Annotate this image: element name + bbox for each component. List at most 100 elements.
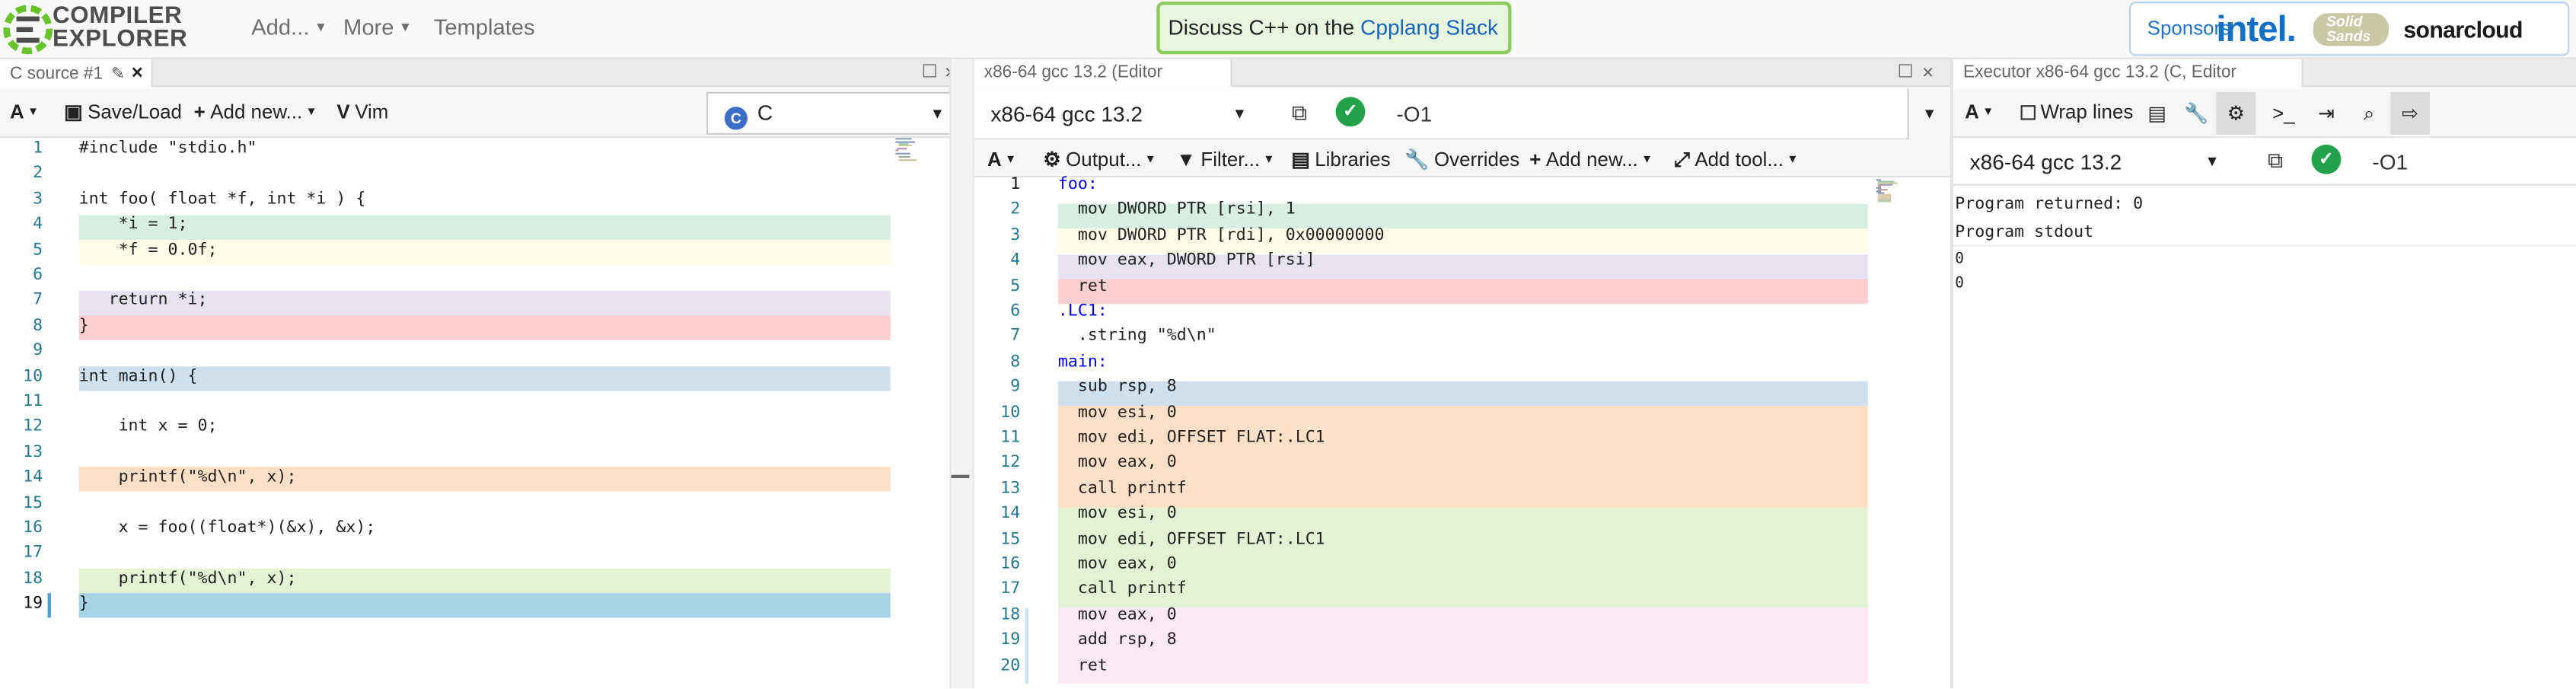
libraries-button[interactable]: ▤ Libraries bbox=[1291, 148, 1390, 171]
chevron-down-icon: ▼ bbox=[929, 105, 945, 122]
splitter-handle-icon[interactable] bbox=[951, 474, 970, 479]
highlight-line-4 bbox=[78, 215, 891, 241]
nav-add-menu[interactable]: Add... ▼ bbox=[251, 14, 327, 39]
logo-line2: EXPLORER bbox=[53, 26, 188, 53]
asm-line: mov eax, 0 bbox=[1057, 454, 1177, 473]
options-dropdown-button[interactable]: ▼ bbox=[1907, 88, 1950, 140]
maximize-icon[interactable]: ☐ bbox=[1898, 61, 1914, 82]
line-number: 12 bbox=[23, 418, 43, 436]
compiler-explorer-logo-icon bbox=[3, 5, 53, 55]
executor-tab-row: Executor x86-64 gcc 13.2 (C, Editor #1)✎… bbox=[1953, 59, 2576, 112]
executor-compiler-select[interactable]: x86-64 gcc 13.2 ▼ bbox=[1956, 139, 2236, 183]
overrides-button[interactable]: 🔧 Overrides bbox=[1404, 148, 1519, 171]
source-line: } bbox=[78, 317, 89, 335]
cpplang-slack-link[interactable]: Cpplang Slack bbox=[1360, 14, 1498, 39]
caret-down-icon: ▼ bbox=[398, 19, 413, 35]
close-icon[interactable]: × bbox=[132, 61, 143, 84]
save-load-label: Save/Load bbox=[88, 100, 182, 123]
source-line: printf("%d\n", x); bbox=[78, 468, 297, 487]
asm-line-number: 20 bbox=[1000, 656, 1021, 675]
language-select[interactable]: CC ▼ bbox=[706, 91, 950, 135]
filter-menu-button[interactable]: ▼ Filter... ▼ bbox=[1176, 148, 1274, 171]
terminal-icon[interactable]: >_ bbox=[2264, 92, 2303, 135]
compile-success-icon[interactable]: ✓ bbox=[2311, 144, 2342, 174]
font-size-button[interactable]: A ▼ bbox=[987, 148, 1016, 171]
logo-text: COMPILER EXPLORER bbox=[53, 3, 188, 53]
popout-icon[interactable]: ⧉ bbox=[2257, 143, 2293, 179]
pane-splitter-1[interactable] bbox=[949, 59, 974, 689]
source-minimap[interactable] bbox=[895, 138, 918, 161]
maximize-icon[interactable]: ☐ bbox=[922, 61, 938, 82]
search-icon[interactable]: ⌕ bbox=[2349, 92, 2389, 135]
asm-line: main: bbox=[1057, 352, 1108, 372]
tab-executor[interactable]: Executor x86-64 gcc 13.2 (C, Editor #1)✎… bbox=[1953, 59, 2303, 112]
chevron-down-icon: ▼ bbox=[1232, 105, 1248, 122]
exit-icon[interactable]: ⇨ bbox=[2390, 91, 2430, 135]
add-tool-button[interactable]: ⤢ Add tool... ▼ bbox=[1674, 148, 1798, 172]
add-new-button[interactable]: + Add new... ▼ bbox=[194, 100, 317, 123]
compile-success-icon[interactable]: ✓ bbox=[1335, 97, 1366, 127]
asm-line: call printf bbox=[1057, 479, 1187, 498]
executor-toolbar: A ▼ Wrap lines ▤ 🔧 ⚙ >_ ⇥ ⌕ ⇨ bbox=[1953, 88, 2576, 139]
nav-templates[interactable]: Templates bbox=[434, 14, 535, 39]
close-pane-icon[interactable]: × bbox=[1922, 61, 1934, 84]
asm-minimap[interactable] bbox=[1876, 179, 1899, 203]
asm-line-number: 14 bbox=[1000, 504, 1021, 523]
program-returned-text: Program returned: 0 bbox=[1955, 195, 2144, 214]
highlight-line-8 bbox=[78, 315, 891, 340]
logo[interactable]: COMPILER EXPLORER bbox=[3, 2, 233, 57]
pencil-icon[interactable]: ✎ bbox=[111, 65, 125, 84]
asm-line-number: 7 bbox=[1010, 327, 1021, 346]
caret-down-icon: ▼ bbox=[1005, 154, 1017, 166]
asm-line-number: 15 bbox=[1000, 530, 1021, 548]
minimap-icon bbox=[895, 138, 917, 161]
font-size-button[interactable]: A ▼ bbox=[10, 100, 39, 123]
asm-line: ret bbox=[1057, 656, 1108, 675]
wrench-icon[interactable]: 🔧 bbox=[2177, 92, 2217, 135]
font-label: A bbox=[1965, 100, 1979, 123]
compiler-options-input[interactable]: -O1 bbox=[1396, 102, 1432, 126]
font-size-button[interactable]: A ▼ bbox=[1965, 100, 1994, 123]
sponsors-box[interactable]: Sponsors intel. Solid Sands sonarcloud bbox=[2128, 2, 2570, 56]
caret-down-icon: ▼ bbox=[1641, 154, 1653, 166]
compiler-options-gear-icon[interactable]: ⚙ bbox=[2216, 91, 2256, 135]
caret-down-icon: ▼ bbox=[27, 107, 39, 119]
nav-more-menu[interactable]: More ▼ bbox=[343, 14, 412, 39]
tab-title: C source #1 bbox=[9, 64, 104, 85]
asm-line: mov edi, OFFSET FLAT:.LC1 bbox=[1057, 530, 1325, 548]
wrap-lines-toggle[interactable]: Wrap lines bbox=[2020, 100, 2134, 123]
compiler-select[interactable]: x86-64 gcc 13.2 ▼ bbox=[977, 92, 1264, 136]
vim-toggle-button[interactable]: V Vim bbox=[336, 100, 388, 123]
source-line: int main() { bbox=[78, 367, 198, 386]
libraries-book-icon[interactable]: ▤ bbox=[2138, 92, 2177, 135]
libraries-label: Libraries bbox=[1315, 148, 1391, 171]
assembly-output-area[interactable]: 1 foo: 2 mov DWORD PTR [rsi], 1 3 mov DWORD… bbox=[974, 176, 1950, 688]
intel-logo[interactable]: intel. bbox=[2216, 8, 2296, 51]
line-number: 2 bbox=[33, 164, 43, 183]
asm-line-number: 19 bbox=[1000, 631, 1021, 649]
tab-compiler[interactable]: x86-64 gcc 13.2 (Editor #1)✎× bbox=[974, 59, 1232, 112]
output-menu-button[interactable]: ⚙ Output... ▼ bbox=[1043, 148, 1156, 171]
asm-line-number: 8 bbox=[1010, 352, 1021, 372]
highlight-line-10 bbox=[78, 366, 891, 391]
solid-sands-logo[interactable]: Solid Sands bbox=[2313, 13, 2389, 46]
popout-icon[interactable]: ⧉ bbox=[1281, 95, 1317, 131]
line-number: 5 bbox=[33, 241, 43, 260]
source-line: int foo( float *f, int *i ) { bbox=[78, 190, 366, 209]
sonarcloud-logo[interactable]: sonarcloud bbox=[2403, 17, 2523, 43]
stdin-icon[interactable]: ⇥ bbox=[2307, 92, 2346, 135]
compiler-toolbar: A ▼ ⚙ Output... ▼ ▼ Filter... ▼ ▤ Libraries 🔧 O… bbox=[974, 139, 1950, 178]
checkbox-icon[interactable] bbox=[2020, 105, 2036, 120]
highlight-asm-5 bbox=[1057, 279, 1868, 305]
save-load-button[interactable]: ▣ Save/Load bbox=[64, 100, 182, 123]
wrap-lines-label: Wrap lines bbox=[2040, 100, 2134, 123]
caret-down-icon: ▼ bbox=[1787, 154, 1799, 166]
executor-options-input[interactable]: -O1 bbox=[2372, 149, 2408, 174]
add-new-button[interactable]: + Add new... ▼ bbox=[1529, 148, 1653, 171]
tab-c-source[interactable]: C source #1 ✎ × bbox=[0, 59, 153, 88]
stdout-line-2: 0 bbox=[1955, 276, 1964, 293]
asm-line: mov esi, 0 bbox=[1057, 504, 1177, 523]
source-code-area[interactable]: 1 #include "stdio.h" 2 3 int foo( float *f, … bbox=[0, 139, 949, 688]
logo-line1: COMPILER bbox=[53, 3, 183, 30]
gear-icon: ⚙ bbox=[1043, 148, 1061, 171]
